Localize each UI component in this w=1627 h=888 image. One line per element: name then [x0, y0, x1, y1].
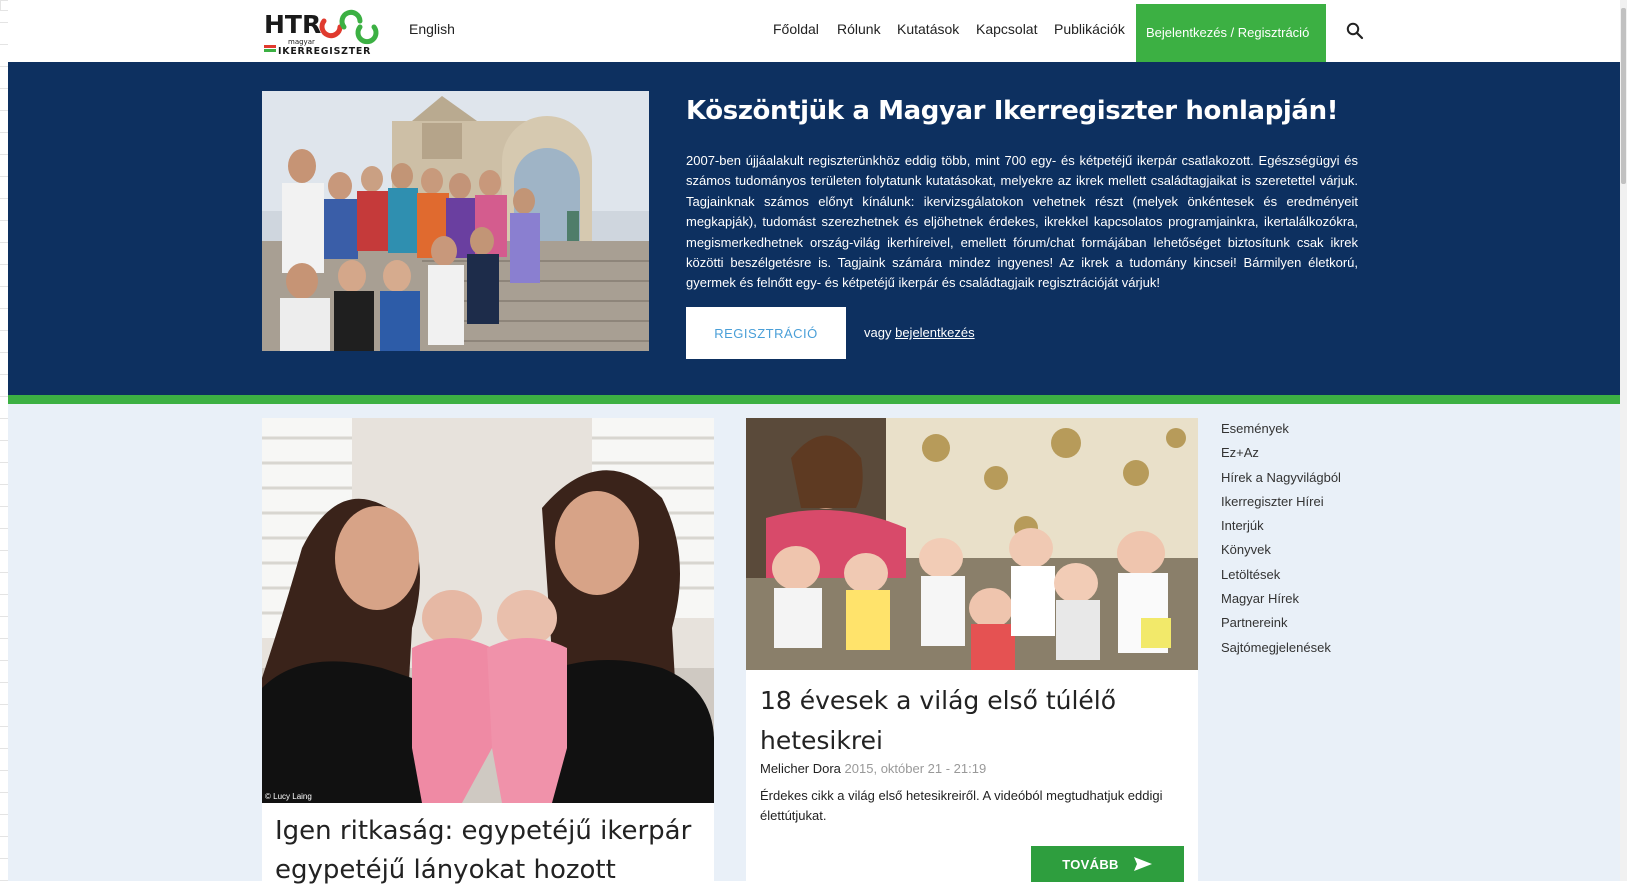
category-link[interactable]: Ikerregiszter Hírei — [1221, 492, 1401, 516]
post-card[interactable]: 18 évesek a világ első túlélő hetesikrei… — [746, 418, 1198, 888]
hero-group-photo — [262, 91, 649, 351]
photo-credit: © Lucy Laing — [265, 792, 312, 801]
post-excerpt: Érdekes cikk a világ első hetesikreiről.… — [760, 788, 1163, 823]
post-meta: Melicher Dora 2015, október 21 - 21:19 — [760, 761, 986, 776]
site-header: HTR magyar IKERREGISZTER English Főoldal… — [8, 0, 1620, 62]
or-label: vagy — [864, 325, 892, 340]
read-more-button[interactable]: TOVÁBB — [1031, 846, 1184, 882]
scrollbar-thumb[interactable] — [1621, 8, 1626, 184]
post-image[interactable] — [746, 418, 1198, 670]
send-arrow-icon — [1133, 857, 1152, 871]
logo-subtext-top: magyar — [288, 38, 315, 46]
hero-accent-stripe — [8, 395, 1620, 404]
post-image[interactable]: © Lucy Laing — [262, 418, 714, 803]
category-link[interactable]: Interjúk — [1221, 516, 1401, 540]
post-title[interactable]: 18 évesek a világ első túlélő hetesikrei — [760, 681, 1180, 761]
nav-item-login-register[interactable]: Bejelentkezés / Regisztráció — [1136, 4, 1326, 62]
category-link[interactable]: Ez+Az — [1221, 443, 1401, 467]
search-icon[interactable] — [1346, 22, 1364, 40]
category-sidebar: Események Ez+Az Hírek a Nagyvilágból Ike… — [1221, 419, 1401, 662]
logo-text: HTR — [264, 10, 321, 39]
nav-item-kutatasok[interactable]: Kutatások — [897, 21, 959, 37]
nav-item-publikaciok[interactable]: Publikációk — [1054, 21, 1125, 37]
post-date: 2015, október 21 - 21:19 — [844, 761, 987, 776]
category-link[interactable]: Könyvek — [1221, 540, 1401, 564]
category-link[interactable]: Letöltések — [1221, 565, 1401, 589]
spreadsheet-grid-left — [0, 0, 8, 881]
category-link[interactable]: Magyar Hírek — [1221, 589, 1401, 613]
site-logo[interactable]: HTR magyar IKERREGISZTER — [264, 8, 392, 56]
logo-subtext-bottom: IKERREGISZTER — [278, 46, 371, 56]
hero-title: Köszöntjük a Magyar Ikerregiszter honlap… — [686, 96, 1339, 126]
read-more-label: TOVÁBB — [1062, 856, 1119, 872]
login-link[interactable]: bejelentkezés — [895, 325, 975, 340]
post-author[interactable]: Melicher Dora — [760, 761, 841, 776]
post-title[interactable]: Igen ritkaság: egypetéjű ikerpár egypeté… — [275, 812, 705, 888]
post-card[interactable]: © Lucy Laing Igen ritkaság: egypetéjű ik… — [262, 418, 714, 888]
register-button[interactable]: REGISZTRÁCIÓ — [686, 307, 846, 359]
login-prompt: vagy bejelentkezés — [864, 325, 975, 340]
nav-item-fooldal[interactable]: Főoldal — [773, 21, 819, 37]
hero-description: 2007-ben újjáalakult regiszterünkhöz edd… — [686, 153, 1358, 291]
category-link[interactable]: Hírek a Nagyvilágból — [1221, 468, 1401, 492]
category-link[interactable]: Partnereink — [1221, 613, 1401, 637]
nav-item-rolunk[interactable]: Rólunk — [837, 21, 881, 37]
category-link[interactable]: Sajtómegjelenések — [1221, 638, 1401, 662]
language-link-english[interactable]: English — [409, 21, 455, 37]
nav-item-kapcsolat[interactable]: Kapcsolat — [976, 21, 1037, 37]
category-link[interactable]: Események — [1221, 419, 1401, 443]
